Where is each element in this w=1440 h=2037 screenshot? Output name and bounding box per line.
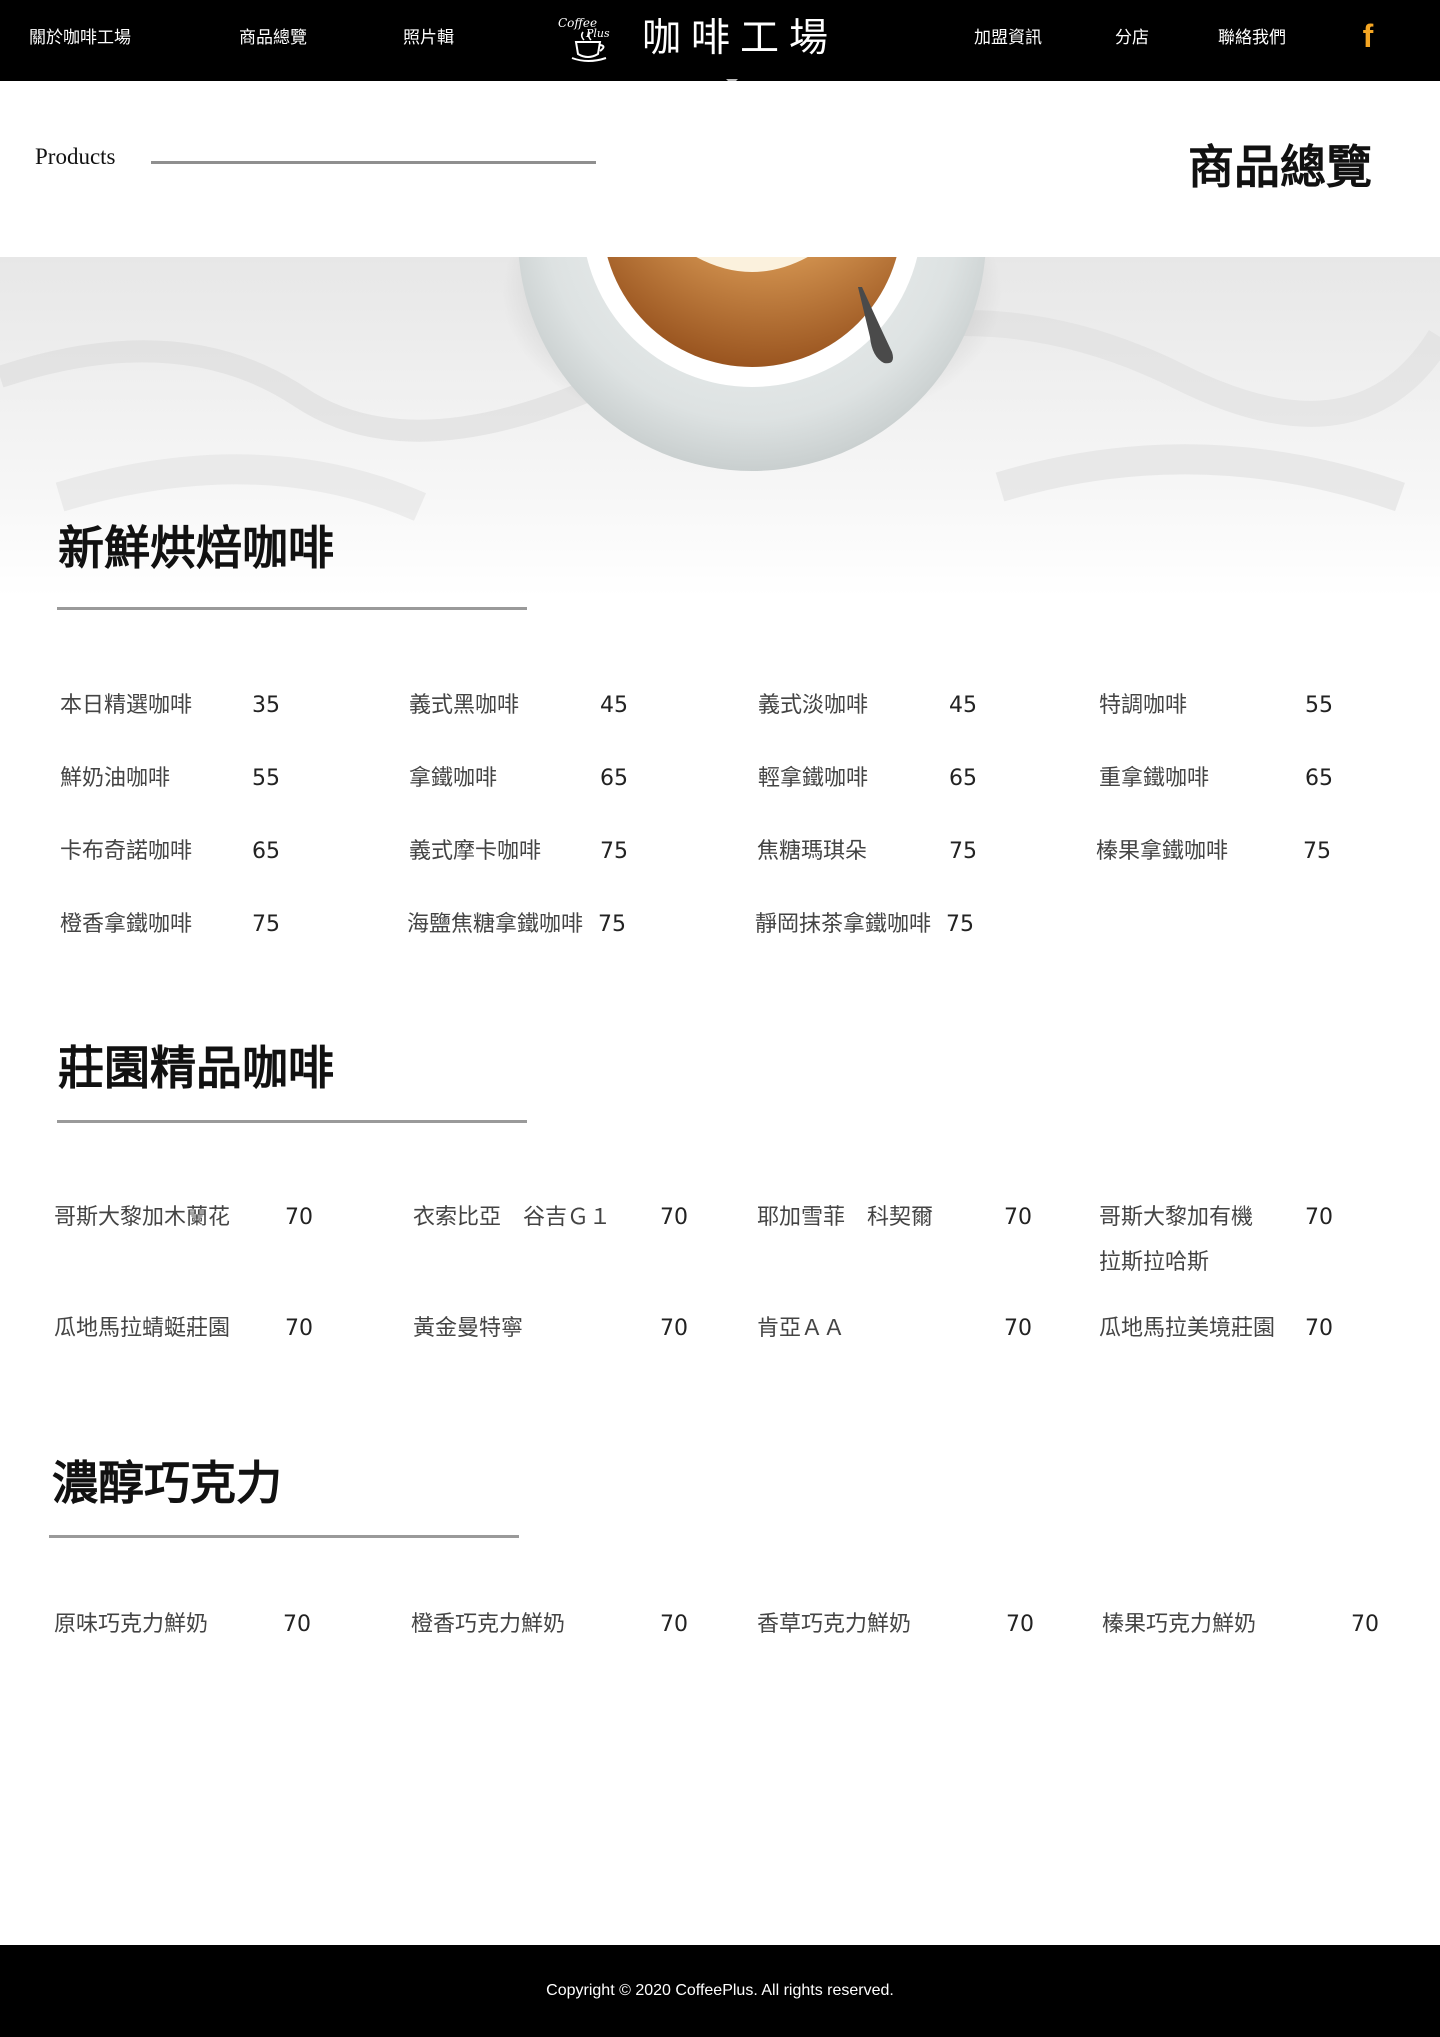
facebook-icon[interactable]: f <box>1358 16 1378 54</box>
menu-item-name: 重拿鐵咖啡 <box>1099 766 1210 791</box>
menu-item-price: 70 <box>1305 1205 1333 1230</box>
products-label: Products <box>35 144 116 169</box>
menu-item-name: 本日精選咖啡 <box>60 693 193 718</box>
nav-franchise[interactable]: 加盟資訊 <box>974 26 1042 50</box>
nav-contact[interactable]: 聯絡我們 <box>1218 26 1286 50</box>
section-divider <box>57 607 527 610</box>
menu-item-name: 橙香拿鐵咖啡 <box>60 912 193 937</box>
menu-item-price: 55 <box>252 766 280 791</box>
menu-item-price: 65 <box>252 839 280 864</box>
menu-item-price: 75 <box>946 912 974 937</box>
menu-item-name: 瓜地馬拉美境莊園 <box>1099 1316 1276 1341</box>
copyright-text: Copyright © 2020 CoffeePlus. All rights … <box>546 1982 894 1999</box>
menu-item-price: 45 <box>949 693 977 718</box>
section-divider <box>49 1535 519 1538</box>
coffee-cup-logo-icon: Coffee Plus <box>558 16 610 62</box>
site-header: 關於咖啡工場 商品總覽 照片輯 Coffee Plus 咖啡工場 加盟資訊 分店… <box>0 0 1440 81</box>
menu-item-price: 70 <box>660 1612 688 1637</box>
menu-item-name: 靜岡抹茶拿鐵咖啡 <box>755 912 932 937</box>
menu-item-price: 70 <box>285 1205 313 1230</box>
menu-item-price: 70 <box>1006 1612 1034 1637</box>
brand-home-link[interactable]: Coffee Plus 咖啡工場 <box>556 10 876 66</box>
menu-item-name: 耶加雪菲 科契爾 <box>757 1205 934 1230</box>
menu-item-name: 榛果拿鐵咖啡 <box>1096 839 1229 864</box>
menu-item-name: 橙香巧克力鮮奶 <box>411 1612 566 1637</box>
menu-item-price: 35 <box>252 693 280 718</box>
menu-item-price: 75 <box>1303 839 1331 864</box>
menu-item-price: 65 <box>1305 766 1333 791</box>
nav-products[interactable]: 商品總覽 <box>239 26 307 50</box>
menu-item-price: 45 <box>600 693 628 718</box>
section-title-estate-coffee: 莊園精品咖啡 <box>58 1041 334 1095</box>
menu-item-price: 75 <box>600 839 628 864</box>
menu-item-name: 衣索比亞 谷吉Ｇ１ <box>413 1205 612 1230</box>
menu-item-name: 卡布奇諾咖啡 <box>60 839 193 864</box>
menu-item-name: 香草巧克力鮮奶 <box>757 1612 912 1637</box>
menu-item-name: 焦糖瑪琪朵 <box>757 839 868 864</box>
brand-name: 咖啡工場 <box>642 16 839 61</box>
nav-about[interactable]: 關於咖啡工場 <box>29 26 131 50</box>
menu-item-price: 70 <box>285 1316 313 1341</box>
menu-item-price: 70 <box>1305 1316 1333 1341</box>
menu-item-name: 哥斯大黎加有機 <box>1099 1205 1254 1230</box>
menu-item-price: 65 <box>600 766 628 791</box>
site-footer: Copyright © 2020 CoffeePlus. All rights … <box>0 1945 1440 2037</box>
menu-item-name: 拿鐵咖啡 <box>409 766 498 791</box>
menu-item-name: 輕拿鐵咖啡 <box>758 766 869 791</box>
menu-item-name: 榛果巧克力鮮奶 <box>1102 1612 1257 1637</box>
menu-item-name: 鮮奶油咖啡 <box>60 766 171 791</box>
section-title-chocolate: 濃醇巧克力 <box>52 1456 282 1510</box>
nav-stores[interactable]: 分店 <box>1115 26 1149 50</box>
menu-item-name: 肯亞ＡＡ <box>757 1316 846 1341</box>
menu-item-price: 75 <box>949 839 977 864</box>
menu-item-price: 65 <box>949 766 977 791</box>
menu-item-price: 70 <box>1004 1316 1032 1341</box>
section-divider <box>57 1120 527 1123</box>
title-divider <box>151 161 596 164</box>
nav-gallery[interactable]: 照片輯 <box>403 26 454 50</box>
page-title-bar: Products 商品總覽 <box>0 81 1440 257</box>
menu-item-name: 特調咖啡 <box>1099 693 1188 718</box>
menu-item-name: 義式黑咖啡 <box>409 693 520 718</box>
menu-item-name: 海鹽焦糖拿鐵咖啡 <box>407 912 584 937</box>
menu-item-price: 55 <box>1305 693 1333 718</box>
menu-item-price: 70 <box>660 1316 688 1341</box>
menu-item-price: 75 <box>252 912 280 937</box>
menu-item-name-line2: 拉斯拉哈斯 <box>1099 1250 1210 1275</box>
menu-item-price: 70 <box>283 1612 311 1637</box>
menu-item-name: 原味巧克力鮮奶 <box>54 1612 209 1637</box>
menu-item-price: 75 <box>598 912 626 937</box>
menu-item-name: 瓜地馬拉蜻蜓莊園 <box>54 1316 231 1341</box>
page-title: 商品總覽 <box>1188 140 1372 194</box>
menu-item-price: 70 <box>1351 1612 1379 1637</box>
section-title-fresh-roast: 新鮮烘焙咖啡 <box>58 521 334 575</box>
menu-item-name: 黃金曼特寧 <box>413 1316 524 1341</box>
menu-item-price: 70 <box>660 1205 688 1230</box>
menu-item-price: 70 <box>1004 1205 1032 1230</box>
menu-item-name: 義式摩卡咖啡 <box>409 839 542 864</box>
menu-item-name: 義式淡咖啡 <box>758 693 869 718</box>
menu-item-name: 哥斯大黎加木蘭花 <box>54 1205 231 1230</box>
